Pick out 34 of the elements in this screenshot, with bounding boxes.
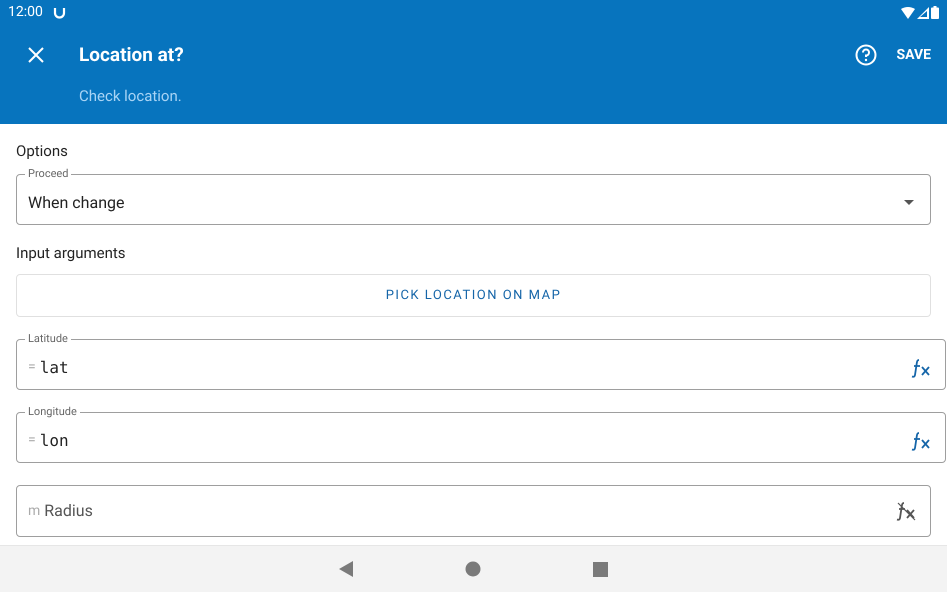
expression-field[interactable]: Latitude = lat: [16, 332, 946, 390]
field-label: Proceed: [27, 167, 70, 181]
close-button[interactable]: [26, 45, 46, 65]
field-prefix: m: [28, 502, 40, 520]
function-off-icon[interactable]: [895, 500, 917, 522]
field-value: lon: [40, 430, 70, 452]
section-heading: Input arguments: [16, 244, 127, 262]
save-button[interactable]: SAVE: [896, 44, 931, 66]
home-icon[interactable]: [465, 561, 481, 577]
field-label: Latitude: [27, 332, 69, 346]
section-heading: Options: [16, 142, 69, 160]
dropdown-icon: [904, 200, 914, 205]
recents-icon[interactable]: [593, 562, 608, 576]
field-prefix: =: [28, 358, 36, 377]
screen-title: Location at?: [79, 42, 185, 68]
battery-icon: [931, 6, 939, 19]
function-icon[interactable]: [910, 356, 932, 378]
back-icon[interactable]: [339, 561, 353, 577]
wifi-icon: [901, 6, 915, 18]
close-icon: [28, 47, 44, 63]
help-icon[interactable]: [854, 44, 876, 66]
field-label: Longitude: [27, 405, 78, 419]
field-value: lat: [40, 356, 70, 378]
function-icon[interactable]: [910, 430, 932, 452]
screen-subtitle: Check location.: [78, 86, 183, 107]
field-placeholder: Radius: [44, 500, 94, 522]
expression-field[interactable]: Longitude = lon: [16, 405, 946, 463]
field-prefix: =: [28, 431, 36, 450]
signal-icon: [917, 6, 929, 18]
status-time: 12:00: [8, 3, 43, 22]
pick-location-button[interactable]: PICK LOCATION ON MAP: [16, 274, 931, 317]
proceed-select[interactable]: Proceed When change: [16, 167, 931, 225]
expression-field[interactable]: m Radius: [16, 485, 931, 537]
select-value: When change: [28, 192, 126, 214]
